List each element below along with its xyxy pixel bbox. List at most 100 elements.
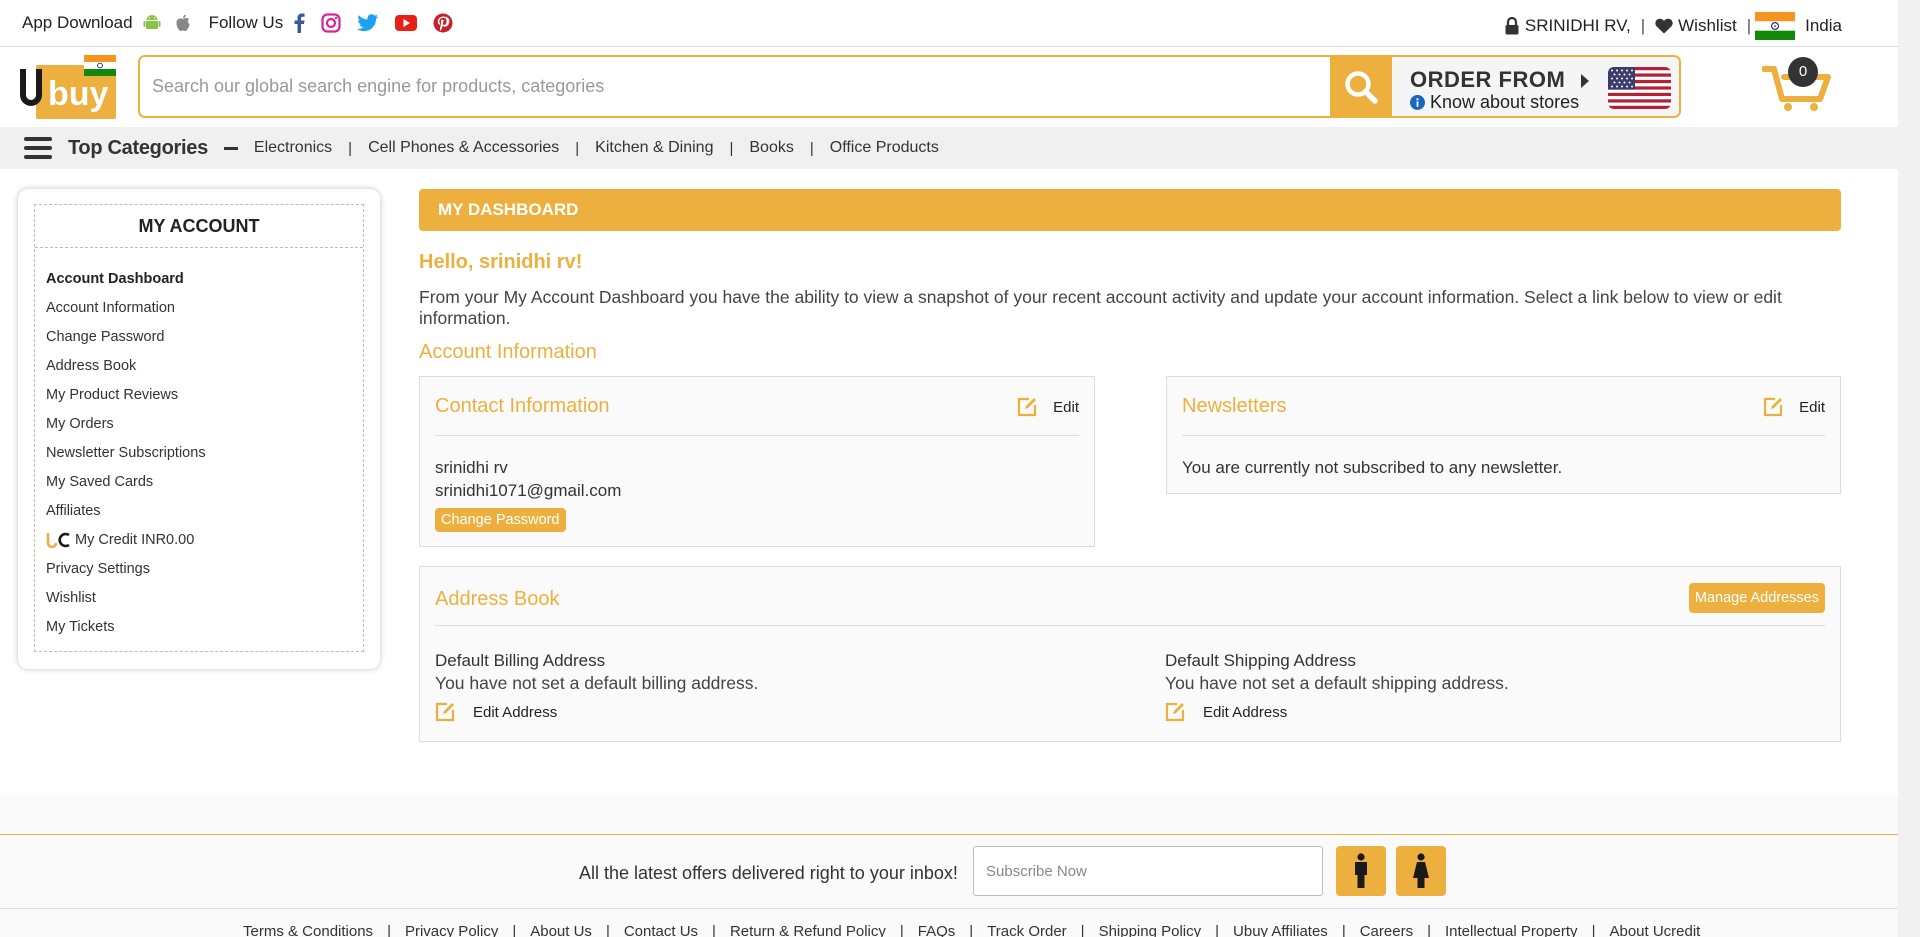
- footer-link[interactable]: Privacy Policy: [405, 923, 498, 937]
- category-link-books[interactable]: Books: [749, 139, 793, 157]
- subscribe-email-input[interactable]: [973, 846, 1323, 896]
- separator: |: [969, 923, 974, 937]
- sidebar-item-account-dashboard[interactable]: Account Dashboard: [46, 264, 363, 293]
- top-categories-label[interactable]: Top Categories: [68, 137, 208, 160]
- footer-link[interactable]: About Us: [530, 923, 592, 937]
- twitter-icon[interactable]: [357, 14, 379, 32]
- footer-link[interactable]: Track Order: [987, 923, 1066, 937]
- sidebar-item-my-credit[interactable]: My Credit INR0.00: [46, 525, 363, 554]
- facebook-icon[interactable]: [293, 13, 305, 33]
- cart-count-badge: 0: [1788, 57, 1818, 87]
- sidebar-item-saved-cards[interactable]: My Saved Cards: [46, 467, 363, 496]
- top-bar-left: App Download Follow Us: [22, 13, 453, 33]
- page: App Download Follow Us SRINIDHI RV, | Wi…: [0, 0, 1898, 937]
- footer-link[interactable]: Intellectual Property: [1445, 923, 1578, 937]
- footer-link[interactable]: Contact Us: [624, 923, 698, 937]
- user-account-link[interactable]: SRINIDHI RV,: [1525, 16, 1631, 36]
- footer-link[interactable]: Careers: [1360, 923, 1413, 937]
- sidebar-item-account-information[interactable]: Account Information: [46, 293, 363, 322]
- contact-name: srinidhi rv: [435, 458, 508, 477]
- order-from-label-wrap: ORDER FROM: [1410, 67, 1590, 94]
- instagram-icon[interactable]: [321, 13, 341, 33]
- footer-link[interactable]: About Ucredit: [1609, 923, 1700, 937]
- sidebar-item-product-reviews[interactable]: My Product Reviews: [46, 380, 363, 409]
- india-flag-icon[interactable]: [1755, 12, 1796, 40]
- edit-icon: [1763, 397, 1791, 417]
- subscribe-female-button[interactable]: [1396, 846, 1446, 896]
- category-link-office-products[interactable]: Office Products: [830, 139, 939, 157]
- pinterest-icon[interactable]: [433, 13, 453, 33]
- edit-label: Edit: [1799, 398, 1825, 416]
- know-stores-link[interactable]: Know about stores: [1430, 92, 1579, 113]
- search-bar: ORDER FROM Know about stores: [138, 55, 1681, 118]
- footer-link[interactable]: FAQs: [918, 923, 956, 937]
- youtube-icon[interactable]: [395, 15, 418, 31]
- edit-icon: [1165, 702, 1193, 722]
- lock-icon: [1505, 17, 1519, 35]
- separator: |: [348, 139, 353, 157]
- separator: |: [387, 923, 391, 937]
- cart-button[interactable]: 0: [1761, 53, 1832, 111]
- dashboard-title-bar: MY DASHBOARD: [419, 189, 1841, 231]
- billing-edit-address-link[interactable]: Edit Address: [435, 702, 557, 722]
- separator: |: [729, 139, 734, 157]
- contact-edit-link[interactable]: Edit: [1017, 397, 1079, 417]
- separator: |: [1591, 923, 1596, 937]
- sidebar-item-newsletter-subscriptions[interactable]: Newsletter Subscriptions: [46, 438, 363, 467]
- edit-label: Edit: [1053, 398, 1079, 416]
- edit-address-label: Edit Address: [1203, 703, 1288, 721]
- contact-email: srinidhi1071@gmail.com: [435, 481, 622, 500]
- my-credit-label: My Credit INR0.00: [75, 531, 195, 548]
- hamburger-menu-icon[interactable]: [24, 137, 52, 159]
- footer-link[interactable]: Ubuy Affiliates: [1233, 923, 1328, 937]
- divider: [435, 435, 1079, 436]
- dash-divider: [223, 146, 238, 150]
- contact-information-box: Contact Information Edit srinidhi rv sri…: [419, 376, 1095, 547]
- order-from-store-selector[interactable]: ORDER FROM Know about stores: [1392, 57, 1679, 116]
- sidebar-item-privacy-settings[interactable]: Privacy Settings: [46, 554, 363, 583]
- change-password-button[interactable]: Change Password: [435, 508, 566, 532]
- separator: |: [899, 923, 904, 937]
- manage-addresses-button[interactable]: Manage Addresses: [1688, 583, 1825, 613]
- category-link-cell-phones[interactable]: Cell Phones & Accessories: [368, 139, 559, 157]
- android-icon[interactable]: [143, 14, 161, 32]
- sidebar-item-change-password[interactable]: Change Password: [46, 322, 363, 351]
- search-input[interactable]: [140, 57, 1330, 116]
- ubuy-logo[interactable]: buy: [18, 55, 118, 119]
- footer-link[interactable]: Shipping Policy: [1099, 923, 1202, 937]
- footer-link[interactable]: Terms & Conditions: [243, 923, 373, 937]
- divider: [0, 908, 1898, 909]
- separator: |: [1080, 923, 1085, 937]
- separator: |: [712, 923, 716, 937]
- follow-us-label: Follow Us: [208, 13, 284, 32]
- sidebar-item-my-tickets[interactable]: My Tickets: [46, 612, 363, 641]
- category-link-kitchen-dining[interactable]: Kitchen & Dining: [595, 139, 713, 157]
- category-link-electronics[interactable]: Electronics: [254, 139, 332, 157]
- separator: |: [605, 923, 610, 937]
- apple-icon[interactable]: [175, 14, 191, 32]
- sidebar-item-wishlist[interactable]: Wishlist: [46, 583, 363, 612]
- footer-link[interactable]: Return & Refund Policy: [730, 923, 886, 937]
- newsletter-message: All the latest offers delivered right to…: [579, 863, 958, 883]
- shipping-edit-address-link[interactable]: Edit Address: [1165, 702, 1287, 722]
- search-button[interactable]: [1330, 57, 1392, 116]
- edit-icon: [435, 702, 463, 722]
- wishlist-link[interactable]: Wishlist: [1678, 16, 1737, 36]
- country-selector[interactable]: India: [1805, 16, 1842, 36]
- separator: |: [575, 139, 580, 157]
- top-bar-right: SRINIDHI RV, | Wishlist | India: [1505, 12, 1842, 40]
- separator: |: [1427, 923, 1431, 937]
- sidebar-item-my-orders[interactable]: My Orders: [46, 409, 363, 438]
- edit-icon: [1017, 397, 1045, 417]
- subscribe-male-button[interactable]: [1336, 846, 1386, 896]
- search-icon: [1343, 69, 1379, 105]
- account-nav-list: Account Dashboard Account Information Ch…: [35, 248, 363, 641]
- sidebar-item-address-book[interactable]: Address Book: [46, 351, 363, 380]
- billing-address-title: Default Billing Address: [435, 651, 606, 670]
- account-sidebar-inner: MY ACCOUNT Account Dashboard Account Inf…: [34, 204, 364, 652]
- dashboard-intro-text: From your My Account Dashboard you have …: [419, 287, 1782, 328]
- sidebar-item-affiliates[interactable]: Affiliates: [46, 496, 363, 525]
- info-icon: [1410, 95, 1425, 110]
- window-scrollbar[interactable]: [1898, 0, 1920, 937]
- newsletters-edit-link[interactable]: Edit: [1763, 397, 1825, 417]
